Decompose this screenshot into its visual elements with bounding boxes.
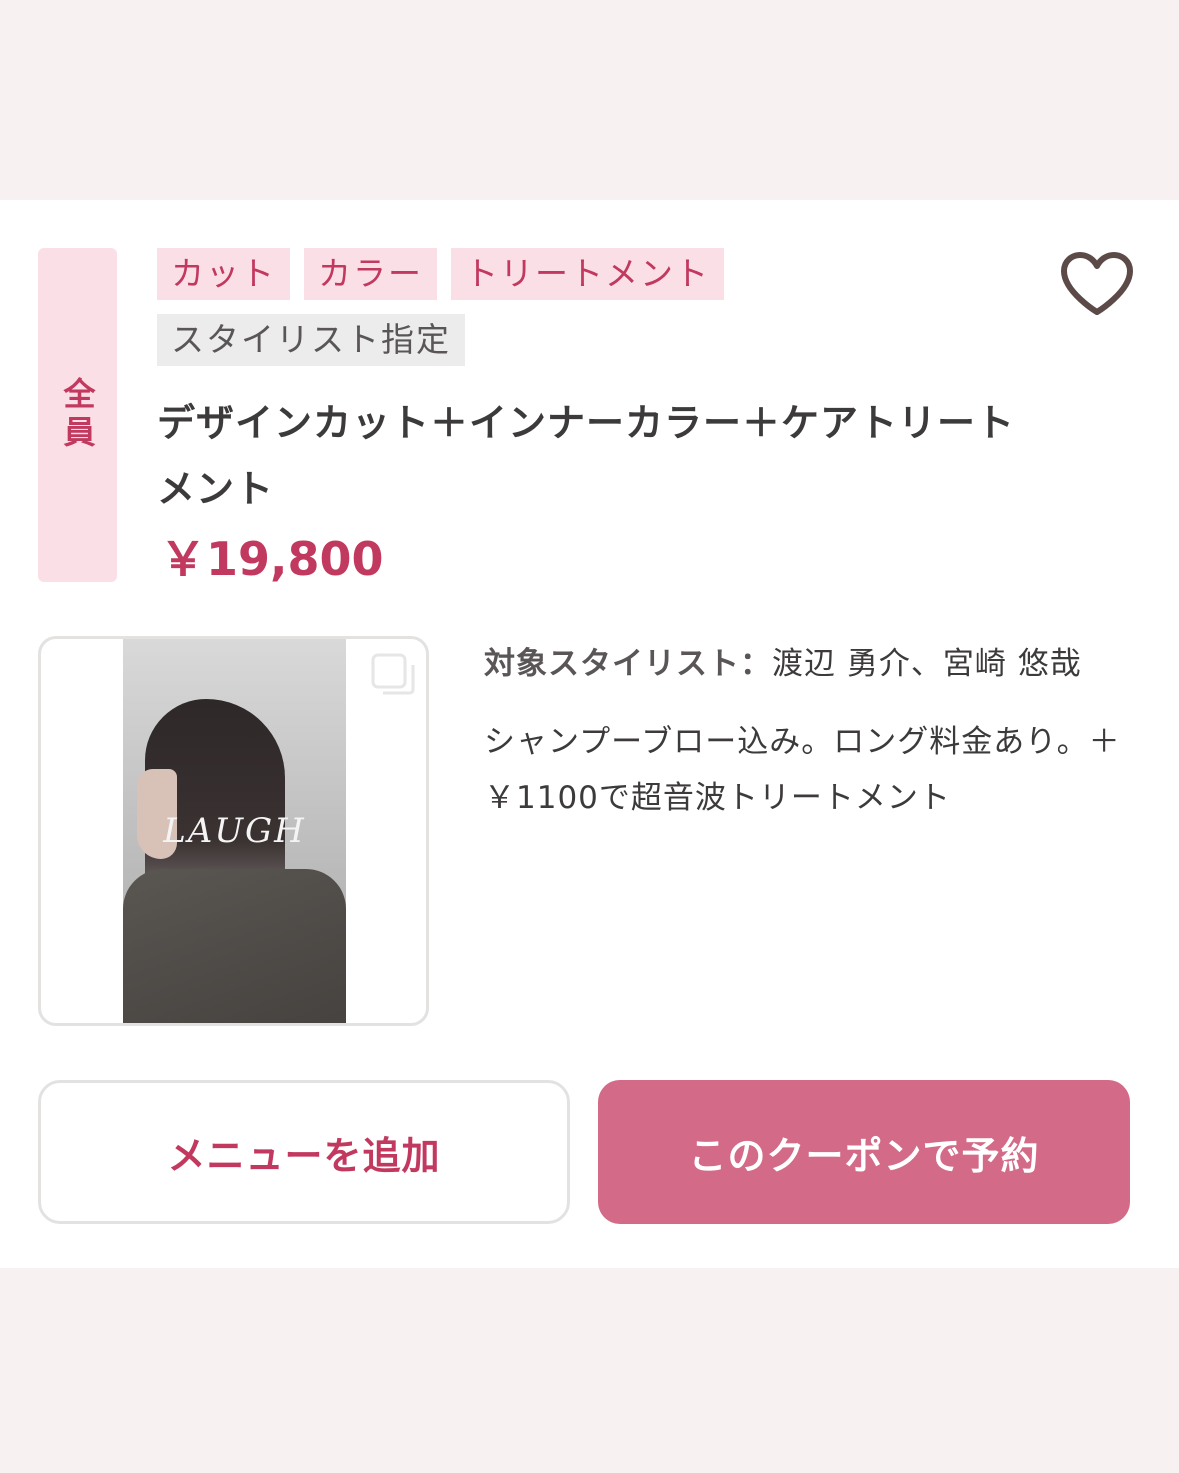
target-stylists: 対象スタイリスト：渡辺 勇介、宮崎 悠哉 <box>484 638 1144 683</box>
coupon-price: ￥19,800 <box>160 532 384 586</box>
book-coupon-button[interactable]: このクーポンで予約 <box>598 1080 1130 1224</box>
coupon-description: シャンプーブロー込み。ロング料金あり。＋￥1100で超音波トリートメント <box>484 724 1121 816</box>
multiple-images-icon <box>371 653 415 695</box>
tag-color: カラー <box>304 248 437 300</box>
coupon-card: 全員 カット カラー トリートメント スタイリスト指定 デザインカット＋インナー… <box>0 200 1179 1268</box>
photo-watermark: LAUGH <box>163 811 306 851</box>
heart-icon[interactable] <box>1058 250 1136 318</box>
stylist-label: 対象スタイリスト： <box>484 646 772 682</box>
stylist-names: 渡辺 勇介、宮崎 悠哉 <box>772 646 1082 682</box>
tag-list: カット カラー トリートメント スタイリスト指定 <box>157 248 1037 380</box>
coupon-title: デザインカット＋インナーカラー＋ケアトリートメント <box>157 401 1016 511</box>
style-photo[interactable]: LAUGH <box>123 639 346 1023</box>
tag-stylist-designation: スタイリスト指定 <box>157 314 465 366</box>
audience-badge: 全員 <box>38 248 117 582</box>
tag-treatment: トリートメント <box>451 248 724 300</box>
style-photo-frame[interactable]: LAUGH <box>38 636 429 1026</box>
add-menu-button[interactable]: メニューを追加 <box>38 1080 570 1224</box>
tag-cut: カット <box>157 248 290 300</box>
